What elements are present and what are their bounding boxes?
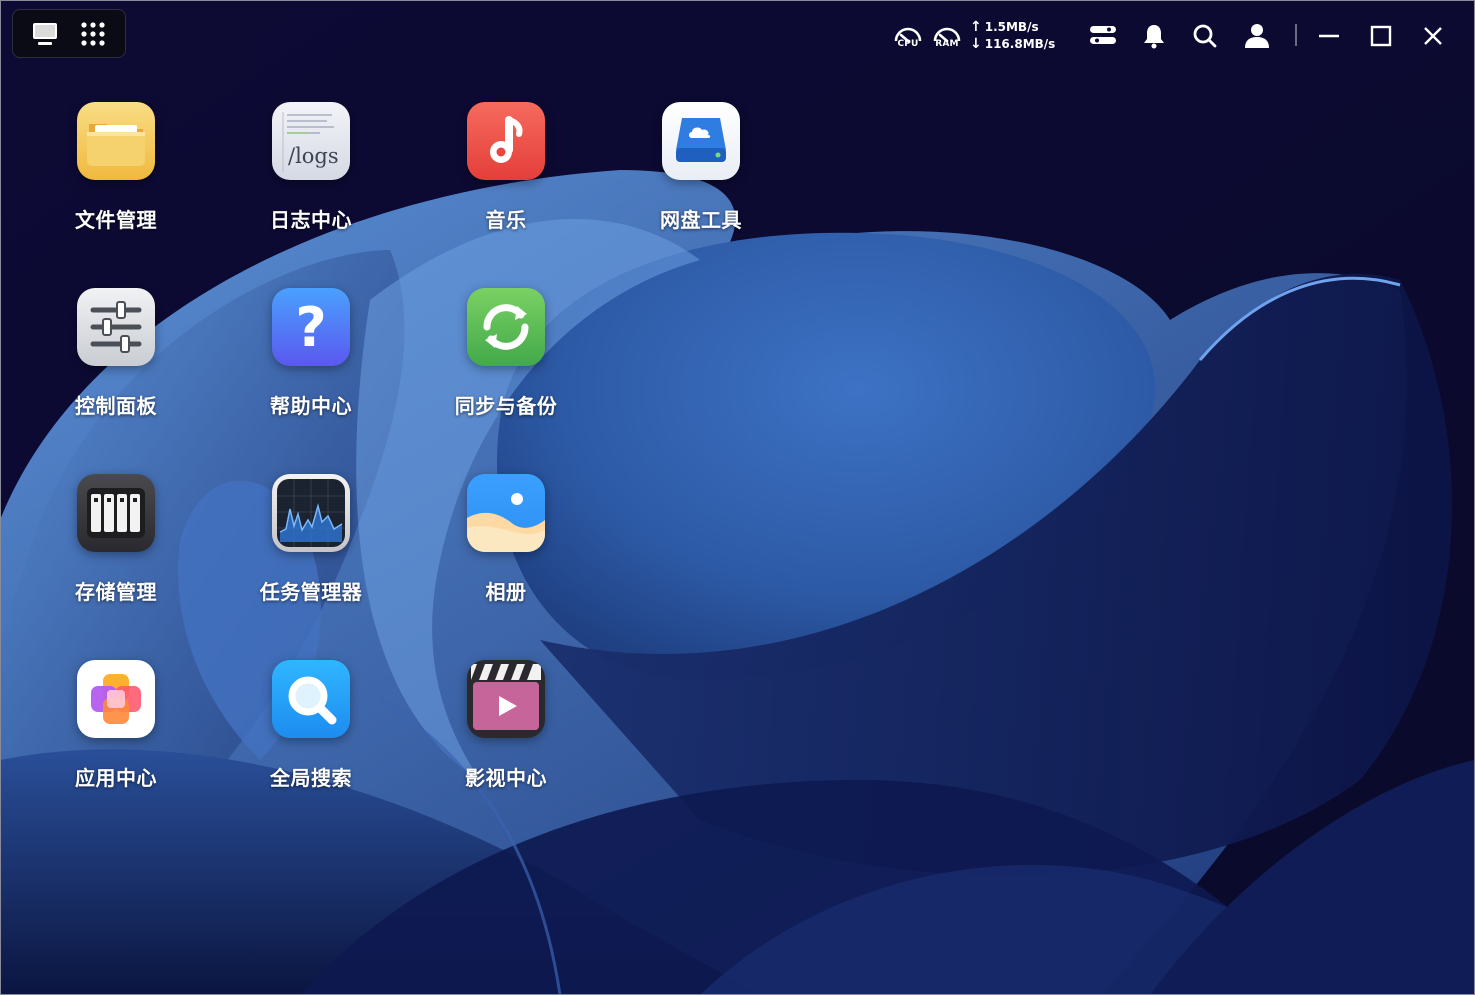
grid-dots-icon	[81, 21, 105, 46]
app-log-center[interactable]: /logs 日志中心	[230, 102, 390, 272]
search-icon	[1193, 24, 1217, 48]
app-storage-manager[interactable]: 存储管理	[35, 474, 195, 644]
user-button[interactable]	[1239, 16, 1275, 56]
app-app-center[interactable]: 应用中心	[35, 660, 195, 830]
notifications-button[interactable]	[1136, 16, 1172, 56]
app-label: 帮助中心	[270, 394, 352, 418]
photo-landscape-icon	[467, 474, 545, 552]
app-label: 日志中心	[270, 208, 352, 232]
activity-chart-icon	[272, 474, 350, 552]
show-desktop-button[interactable]	[27, 16, 63, 52]
app-file-manager[interactable]: 文件管理	[35, 102, 195, 272]
maximize-button[interactable]	[1363, 16, 1399, 56]
app-global-search[interactable]: 全局搜索	[230, 660, 390, 830]
app-label: 应用中心	[75, 766, 157, 790]
app-label: 音乐	[485, 208, 527, 232]
app-cloud-drive[interactable]: 网盘工具	[620, 102, 780, 272]
app-label: 文件管理	[75, 208, 157, 232]
app-blocks-icon	[77, 660, 155, 738]
close-icon	[1424, 27, 1442, 45]
sync-icon	[467, 288, 545, 366]
upload-speed: 1.5MB/s	[984, 20, 1039, 34]
app-music[interactable]: 音乐	[425, 102, 585, 272]
app-label: 相册	[485, 580, 527, 604]
app-video-center[interactable]: 影视中心	[425, 660, 585, 830]
monitor-icon	[33, 22, 57, 45]
toolbar-divider	[1295, 24, 1297, 46]
all-apps-button[interactable]	[75, 16, 111, 52]
magnifier-icon	[272, 660, 350, 738]
user-icon	[1245, 24, 1269, 48]
cpu-label: CPU	[897, 39, 919, 49]
close-button[interactable]	[1415, 16, 1451, 56]
app-label: 控制面板	[75, 394, 157, 418]
app-label: 网盘工具	[660, 208, 742, 232]
app-task-manager[interactable]: 任务管理器	[230, 474, 390, 644]
app-photos[interactable]: 相册	[425, 474, 585, 644]
launcher-panel	[12, 9, 126, 58]
bell-icon	[1144, 25, 1164, 49]
ram-gauge[interactable]: RAM	[929, 16, 965, 56]
clapperboard-play-icon	[467, 660, 545, 738]
toggles-icon	[1090, 26, 1116, 44]
folder-icon	[77, 102, 155, 180]
app-label: 任务管理器	[259, 580, 363, 604]
music-note-icon	[467, 102, 545, 180]
cpu-gauge[interactable]: CPU	[890, 16, 926, 56]
help-tile-text: ?	[295, 295, 327, 359]
network-speed[interactable]: ↑ 1.5MB/s ↓ 116.8MB/s	[970, 16, 1060, 56]
maximize-icon	[1370, 25, 1392, 47]
download-speed: 116.8MB/s	[984, 37, 1056, 51]
app-label: 影视中心	[465, 766, 547, 790]
app-label: 存储管理	[75, 580, 157, 604]
app-control-panel[interactable]: 控制面板	[35, 288, 195, 458]
download-arrow-icon: ↓	[970, 36, 982, 52]
app-label: 同步与备份	[454, 394, 558, 418]
sliders-icon	[77, 288, 155, 366]
app-label: 全局搜索	[270, 766, 352, 790]
storage-bays-icon	[77, 474, 155, 552]
minimize-icon	[1319, 34, 1339, 38]
widgets-button[interactable]	[1085, 16, 1121, 56]
app-help-center[interactable]: ? 帮助中心	[230, 288, 390, 458]
logs-tile-text: /logs	[288, 144, 339, 168]
logs-icon: /logs	[272, 102, 350, 180]
upload-arrow-icon: ↑	[970, 19, 982, 35]
app-sync-backup[interactable]: 同步与备份	[425, 288, 585, 458]
search-button[interactable]	[1187, 16, 1223, 56]
question-icon: ?	[272, 288, 350, 366]
minimize-button[interactable]	[1311, 16, 1347, 56]
ram-label: RAM	[935, 39, 959, 49]
cloud-drive-icon	[662, 102, 740, 180]
